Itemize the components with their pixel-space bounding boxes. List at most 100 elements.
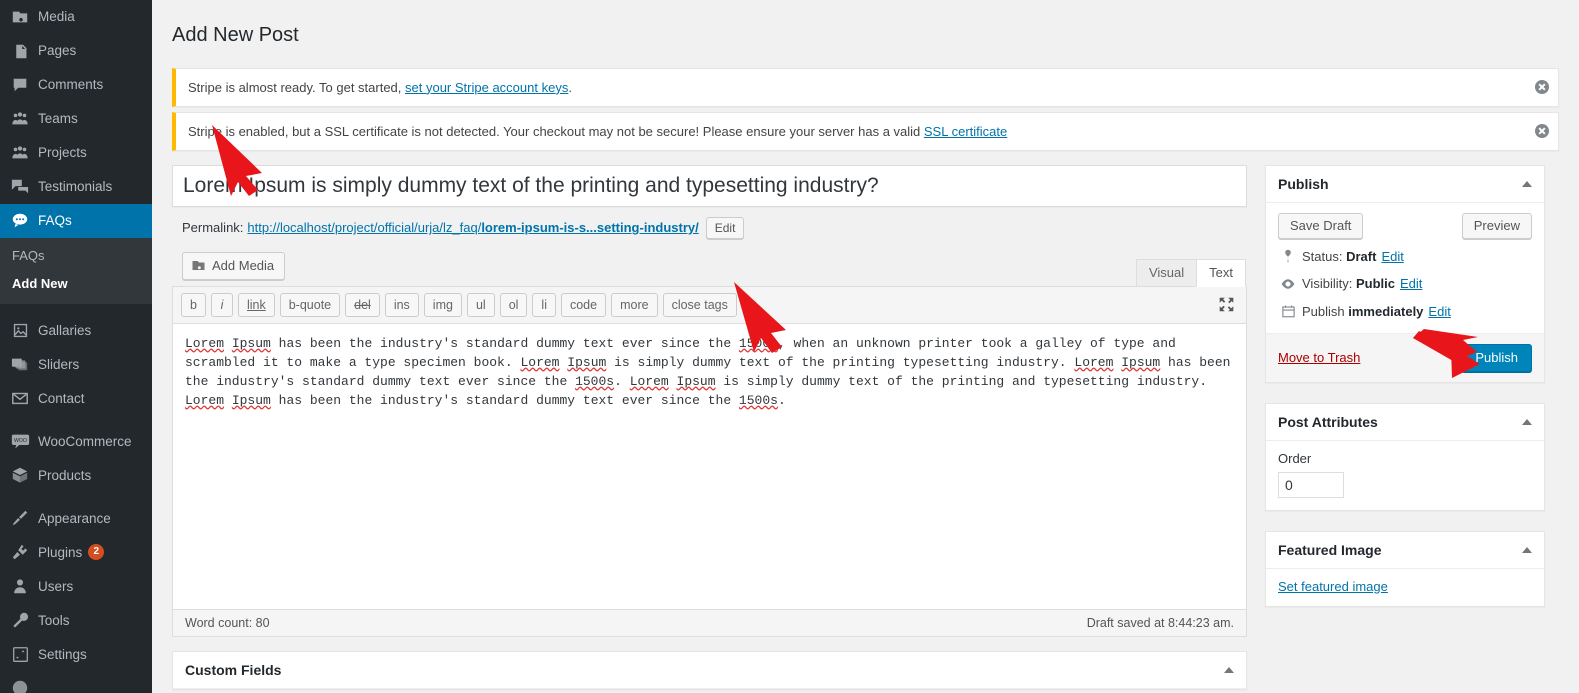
- projects-icon: [8, 143, 32, 163]
- tab-text[interactable]: Text: [1196, 258, 1246, 287]
- post-attributes-header[interactable]: Post Attributes: [1266, 404, 1544, 441]
- publish-panel-header[interactable]: Publish: [1266, 166, 1544, 203]
- sidebar-subitem-add-new[interactable]: Add New: [0, 270, 152, 298]
- set-featured-image-link[interactable]: Set featured image: [1278, 579, 1388, 594]
- edit-permalink-button[interactable]: Edit: [705, 216, 745, 239]
- sidebar-item-settings[interactable]: Settings: [0, 637, 152, 671]
- publish-panel-title: Publish: [1278, 175, 1329, 192]
- quicktag-bquote-button[interactable]: b-quote: [279, 292, 341, 317]
- sidebar-item-label: Projects: [38, 145, 87, 161]
- chevron-up-icon[interactable]: [1224, 666, 1234, 673]
- quicktag-ins-button[interactable]: ins: [384, 292, 419, 317]
- custom-fields-title: Custom Fields: [185, 661, 282, 678]
- add-media-button[interactable]: Add Media: [182, 251, 286, 280]
- close-icon: [1535, 80, 1549, 95]
- quicktag-more-button[interactable]: more: [611, 292, 658, 317]
- sidebar-item-testimonials[interactable]: Testimonials: [0, 170, 152, 204]
- move-to-trash-link[interactable]: Move to Trash: [1278, 350, 1360, 365]
- preview-button[interactable]: Preview: [1461, 212, 1532, 239]
- post-attributes-panel: Post Attributes Order: [1265, 402, 1545, 511]
- sidebar-item-pages[interactable]: Pages: [0, 34, 152, 68]
- chevron-up-icon[interactable]: [1522, 418, 1532, 425]
- order-input[interactable]: [1278, 471, 1344, 498]
- permalink-base-url[interactable]: http://localhost/project/official/urja/l…: [247, 220, 481, 235]
- fullscreen-icon[interactable]: [1216, 295, 1236, 315]
- sidebar-item-faqs[interactable]: FAQs: [0, 204, 152, 238]
- svg-text:WOO: WOO: [14, 438, 27, 444]
- sidebar-subitem-label: FAQs: [12, 248, 45, 263]
- sidebar-item-users[interactable]: Users: [0, 569, 152, 603]
- sidebar-separator: [0, 492, 152, 501]
- testimonials-icon: [8, 177, 32, 197]
- quicktag-close-tags-button[interactable]: close tags: [662, 292, 737, 317]
- sidebar-item-projects[interactable]: Projects: [0, 136, 152, 170]
- order-label: Order: [1278, 450, 1312, 466]
- quicktag-li-button[interactable]: li: [532, 292, 556, 317]
- appearance-icon: [8, 508, 32, 528]
- sidebar-subitem-faqs[interactable]: FAQs: [0, 242, 152, 270]
- publish-minor-actions: Save Draft Preview: [1266, 203, 1544, 243]
- close-icon: [1535, 124, 1549, 139]
- chevron-up-icon[interactable]: [1522, 546, 1532, 553]
- status-label: Status:: [1302, 248, 1343, 264]
- post-editor: Visual Text b i link b-quote del ins img…: [172, 258, 1247, 637]
- quicktag-b-button[interactable]: b: [181, 292, 206, 317]
- post-title-input[interactable]: [173, 165, 1246, 206]
- sidebar-item-teams[interactable]: Teams: [0, 102, 152, 136]
- sidebar-item-media[interactable]: Media: [0, 0, 152, 34]
- permalink-slug[interactable]: lorem-ipsum-is-s...setting-industry/: [481, 220, 698, 235]
- quicktag-ol-button[interactable]: ol: [499, 292, 528, 317]
- sidebar-item-label: Plugins: [38, 544, 83, 560]
- quicktag-code-button[interactable]: code: [560, 292, 607, 317]
- notice-dismiss-button[interactable]: [1532, 121, 1552, 141]
- notice-stripe-keys: Stripe is almost ready. To get started, …: [172, 67, 1559, 107]
- plugins-icon: [8, 542, 32, 562]
- faqs-icon: [8, 211, 32, 231]
- set-stripe-account-keys-link[interactable]: set your Stripe account keys: [405, 80, 568, 95]
- sidebar-item-label: Testimonials: [38, 179, 113, 195]
- woocommerce-icon: WOO: [8, 431, 32, 451]
- sidebar-item-appearance[interactable]: Appearance: [0, 501, 152, 535]
- publish-button[interactable]: Publish: [1461, 343, 1532, 372]
- sidebar-item-comments[interactable]: Comments: [0, 68, 152, 102]
- featured-image-panel: Featured Image Set featured image: [1265, 530, 1545, 607]
- quicktag-img-button[interactable]: img: [423, 292, 462, 317]
- custom-fields-panel: Custom Fields: [172, 650, 1247, 690]
- publish-date-label: Publish: [1302, 303, 1345, 319]
- quicktag-ul-button[interactable]: ul: [466, 292, 495, 317]
- sidebar-item-contact[interactable]: Contact: [0, 381, 152, 415]
- sidebar-item-products[interactable]: Products: [0, 458, 152, 492]
- visibility-row: Visibility: Public Edit: [1266, 270, 1544, 298]
- post-title-wrap: [172, 164, 1247, 207]
- post-content-editor[interactable]: Lorem Ipsum has been the industry's stan…: [173, 323, 1246, 609]
- editor-mode-tabs: Visual Text: [1135, 258, 1246, 287]
- sidebar-item-label: Media: [38, 9, 75, 25]
- ssl-certificate-link[interactable]: SSL certificate: [924, 124, 1007, 139]
- save-draft-button[interactable]: Save Draft: [1278, 212, 1364, 239]
- comments-icon: [8, 75, 32, 95]
- sidebar-item-sliders[interactable]: Sliders: [0, 347, 152, 381]
- sidebar-item-partial[interactable]: [0, 671, 152, 693]
- publish-panel: Publish Save Draft Preview Status: Draft…: [1265, 164, 1545, 383]
- edit-publish-date-link[interactable]: Edit: [1428, 304, 1450, 319]
- post-body-sidebar: Publish Save Draft Preview Status: Draft…: [1265, 164, 1545, 627]
- admin-sidebar: Media Pages Comments Teams Projects Test…: [0, 0, 152, 693]
- sliders-icon: [8, 354, 32, 374]
- editor-status-bar: Word count: 80 Draft saved at 8:44:23 am…: [173, 608, 1246, 636]
- sidebar-item-gallaries[interactable]: Gallaries: [0, 313, 152, 347]
- sidebar-subitem-label: Add New: [12, 276, 68, 292]
- tab-visual[interactable]: Visual: [1135, 258, 1198, 287]
- featured-image-header[interactable]: Featured Image: [1266, 532, 1544, 569]
- notice-dismiss-button[interactable]: [1532, 77, 1552, 97]
- chevron-up-icon[interactable]: [1522, 180, 1532, 187]
- sidebar-item-tools[interactable]: Tools: [0, 603, 152, 637]
- sidebar-item-woocommerce[interactable]: WOO WooCommerce: [0, 424, 152, 458]
- quicktag-link-button[interactable]: link: [237, 292, 275, 317]
- sidebar-item-plugins[interactable]: Plugins 2: [0, 535, 152, 569]
- quicktag-del-button[interactable]: del: [345, 292, 380, 317]
- edit-status-link[interactable]: Edit: [1381, 249, 1403, 264]
- edit-visibility-link[interactable]: Edit: [1400, 276, 1422, 291]
- sidebar-item-label: Products: [38, 467, 92, 483]
- custom-fields-header[interactable]: Custom Fields: [173, 652, 1246, 689]
- quicktag-i-button[interactable]: i: [210, 292, 233, 317]
